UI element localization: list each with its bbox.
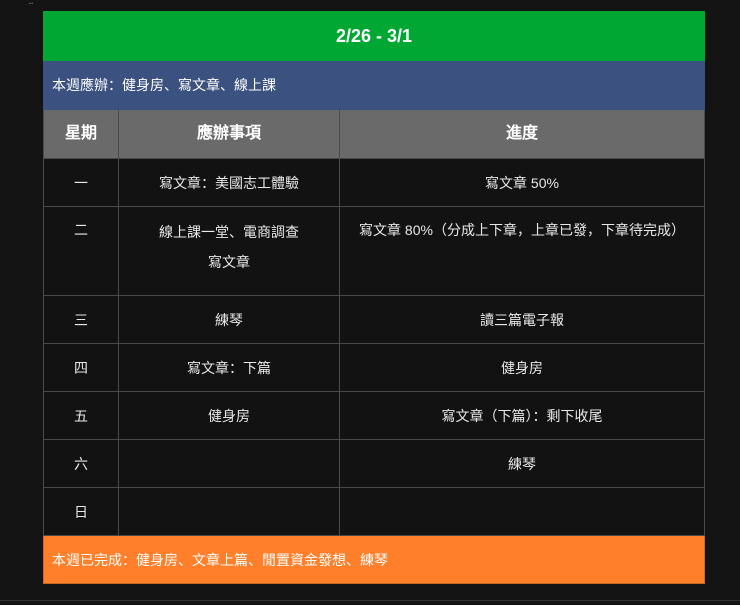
table-row: 二線上課一堂、電商調查 寫文章 寫文章 80%（分成上下章，上章已發，下章待完成） (43, 206, 705, 296)
header-row: 星期 應辦事項 進度 (43, 109, 705, 159)
task-cell: 練琴 (118, 295, 340, 344)
task-line: 線上課一堂、電商調查 (159, 224, 299, 240)
day-cell: 二 (43, 206, 119, 296)
day-cell: 日 (43, 487, 119, 536)
done-summary: 本週已完成：健身房、文章上篇、閒置資金發想、練琴 (43, 535, 705, 584)
day-cell: 一 (43, 158, 119, 207)
table-title: 2/26 - 3/1 (43, 11, 705, 61)
progress-cell: 練琴 (339, 439, 705, 488)
task-cell (118, 487, 340, 536)
table-row: 四寫文章：下篇 健身房 (43, 343, 705, 392)
task-cell: 健身房 (118, 391, 340, 440)
task-cell: 線上課一堂、電商調查 寫文章 (118, 206, 340, 296)
table-row: 五健身房 寫文章（下篇）：剩下收尾 (43, 391, 705, 440)
progress-cell: 讀三篇電子報 (339, 295, 705, 344)
day-cell: 五 (43, 391, 119, 440)
progress-cell: 寫文章（下篇）：剩下收尾 (339, 391, 705, 440)
day-cell: 六 (43, 439, 119, 488)
weekly-table: 2/26 - 3/1 本週應辦：健身房、寫文章、線上課 星期 應辦事項 進度 一… (43, 11, 705, 584)
table-row: 日 (43, 487, 705, 536)
weekly-table-block: 2/26 - 3/1 本週應辦：健身房、寫文章、線上課 星期 應辦事項 進度 一… (43, 11, 705, 584)
day-cell: 三 (43, 295, 119, 344)
task-line: 寫文章 (208, 254, 250, 270)
header-task: 應辦事項 (118, 109, 340, 159)
todo-summary: 本週應辦：健身房、寫文章、線上課 (43, 60, 705, 110)
progress-cell: 寫文章 50% (339, 158, 705, 207)
table-row: 一寫文章：美國志工體驗 寫文章 50% (43, 158, 705, 207)
drag-handle-icon[interactable]: ⠉ (28, 2, 34, 11)
progress-cell (339, 487, 705, 536)
header-progress: 進度 (339, 109, 705, 159)
task-cell (118, 439, 340, 488)
day-cell: 四 (43, 343, 119, 392)
progress-cell: 健身房 (339, 343, 705, 392)
table-row: 三練琴 讀三篇電子報 (43, 295, 705, 344)
task-cell: 寫文章：下篇 (118, 343, 340, 392)
divider (0, 600, 740, 601)
task-cell: 寫文章：美國志工體驗 (118, 158, 340, 207)
table-row: 六 練琴 (43, 439, 705, 488)
progress-cell: 寫文章 80%（分成上下章，上章已發，下章待完成） (339, 206, 705, 296)
header-day: 星期 (43, 109, 119, 159)
